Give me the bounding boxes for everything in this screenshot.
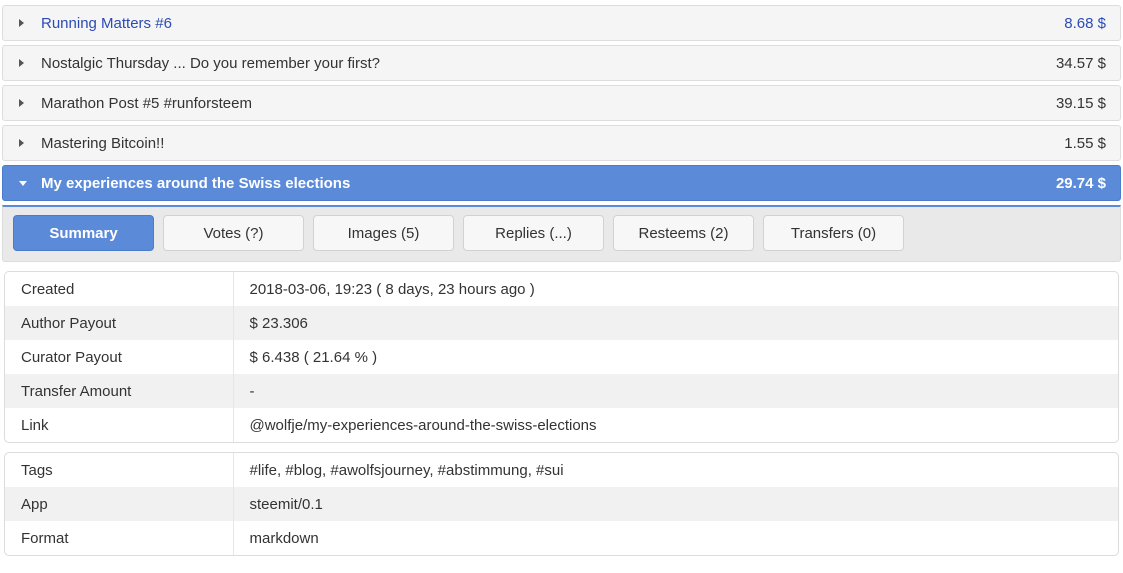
- table-row: Created 2018-03-06, 19:23 ( 8 days, 23 ho…: [5, 272, 1118, 306]
- post-accordion: Running Matters #6 8.68 $ Nostalgic Thursd…: [0, 5, 1123, 201]
- table-row-value: -: [233, 374, 1118, 408]
- table-row-key: Author Payout: [5, 306, 234, 340]
- tab-resteems-2[interactable]: Resteems (2): [613, 215, 754, 251]
- meta-panel: Tags #life, #blog, #awolfsjourney, #absti…: [4, 452, 1119, 556]
- caret-right-icon: [19, 139, 31, 147]
- table-row-key: App: [5, 487, 234, 521]
- post-details-panel: Running Matters #6 8.68 $ Nostalgic Thursd…: [0, 0, 1123, 573]
- table-row: App steemit/0.1: [5, 487, 1118, 521]
- accordion-row-title: Mastering Bitcoin!!: [41, 134, 165, 152]
- accordion-row[interactable]: Mastering Bitcoin!! 1.55 $: [2, 125, 1121, 161]
- table-row-value: $ 6.438 ( 21.64 % ): [249, 348, 378, 366]
- accordion-row[interactable]: Running Matters #6 8.68 $: [2, 5, 1121, 41]
- caret-right-icon: [19, 19, 31, 27]
- tab-transfers-0[interactable]: Transfers (0): [763, 215, 904, 251]
- caret-glyph: [19, 139, 24, 147]
- summary-panel: Created 2018-03-06, 19:23 ( 8 days, 23 ho…: [4, 271, 1119, 443]
- table-row-key: Created: [5, 272, 234, 306]
- table-row: Tags #life, #blog, #awolfsjourney, #absti…: [5, 453, 1118, 487]
- table-row-key: Link: [5, 408, 234, 442]
- tab-summary[interactable]: Summary: [13, 215, 154, 251]
- table-row-key: Format: [5, 521, 234, 555]
- accordion-row-amount: 34.57 $: [1055, 54, 1106, 72]
- table-row: Link @wolfje/my-experiences-around-the-sw…: [5, 408, 1118, 442]
- tab-votes[interactable]: Votes (?): [163, 215, 304, 251]
- accordion-row[interactable]: Nostalgic Thursday ... Do you remember y…: [2, 45, 1121, 81]
- table-row-key: Tags: [5, 453, 234, 487]
- table-row-value: steemit/0.1: [233, 487, 1118, 521]
- table-row-value: markdown: [249, 529, 319, 547]
- accordion-row-amount: 29.74 $: [1055, 174, 1106, 192]
- table-row: Transfer Amount -: [5, 374, 1118, 408]
- caret-down-icon: [19, 180, 31, 186]
- table-row: Curator Payout $ 6.438 ( 21.64 % ): [5, 340, 1118, 374]
- meta-table: Tags #life, #blog, #awolfsjourney, #absti…: [5, 453, 1118, 555]
- table-row-key: Transfer Amount: [5, 374, 234, 408]
- summary-table: Created 2018-03-06, 19:23 ( 8 days, 23 ho…: [5, 272, 1118, 442]
- accordion-row[interactable]: My experiences around the Swiss election…: [2, 165, 1121, 201]
- caret-right-icon: [19, 99, 31, 107]
- table-row-value: 2018-03-06, 19:23 ( 8 days, 23 hours ago…: [249, 280, 535, 298]
- caret-glyph: [19, 180, 27, 186]
- accordion-row-amount: 1.55 $: [1064, 134, 1106, 152]
- table-row: Author Payout $ 23.306: [5, 306, 1118, 340]
- caret-right-icon: [19, 59, 31, 67]
- accordion-row[interactable]: Marathon Post #5 #runforsteem 39.15 $: [2, 85, 1121, 121]
- tab-images-5[interactable]: Images (5): [313, 215, 454, 251]
- accordion-row-amount: 8.68 $: [1064, 14, 1106, 32]
- accordion-row-amount: 39.15 $: [1055, 94, 1106, 112]
- table-row-value[interactable]: #life, #blog, #awolfsjourney, #abstimmun…: [233, 453, 1118, 487]
- caret-glyph: [19, 99, 24, 107]
- detail-tabbar: Summary Votes (?) Images (5) Replies (...) R…: [2, 205, 1121, 262]
- accordion-row-title: My experiences around the Swiss election…: [41, 174, 351, 192]
- accordion-row-title: Nostalgic Thursday ... Do you remember y…: [41, 54, 381, 72]
- table-row-value: $ 23.306: [233, 306, 1118, 340]
- caret-glyph: [19, 19, 24, 27]
- tab-replies[interactable]: Replies (...): [463, 215, 604, 251]
- table-row: Format markdown: [5, 521, 1118, 555]
- table-row-key: Curator Payout: [5, 340, 234, 374]
- accordion-row-title: Running Matters #6: [41, 14, 172, 32]
- table-row-value[interactable]: @wolfje/my-experiences-around-the-swiss-…: [233, 408, 1118, 442]
- caret-glyph: [19, 59, 24, 67]
- accordion-row-title: Marathon Post #5 #runforsteem: [41, 94, 252, 112]
